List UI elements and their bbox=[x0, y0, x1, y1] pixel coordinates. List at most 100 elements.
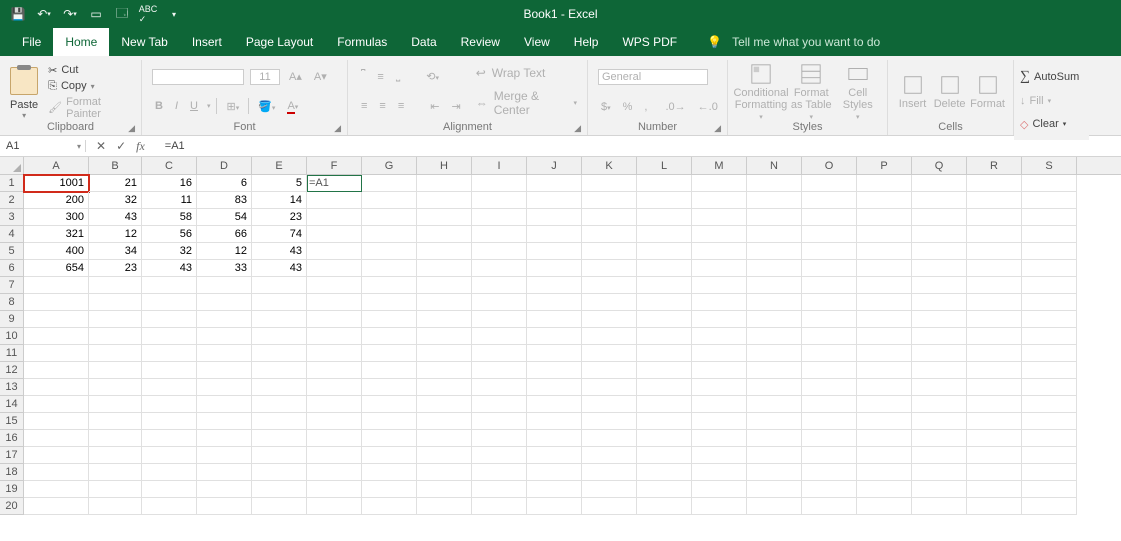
cell[interactable] bbox=[912, 328, 967, 345]
cell[interactable] bbox=[527, 226, 582, 243]
cell[interactable] bbox=[142, 498, 197, 515]
cells-area[interactable]: 1001211665=A1200321183143004358542332112… bbox=[24, 175, 1121, 515]
cell[interactable] bbox=[857, 328, 912, 345]
cell[interactable]: 23 bbox=[252, 209, 307, 226]
cell[interactable] bbox=[637, 277, 692, 294]
cell[interactable] bbox=[527, 192, 582, 209]
cell[interactable] bbox=[747, 328, 802, 345]
cell[interactable] bbox=[89, 379, 142, 396]
cell[interactable] bbox=[472, 260, 527, 277]
cell[interactable] bbox=[472, 345, 527, 362]
name-box[interactable]: A1▾ bbox=[0, 140, 86, 152]
cell[interactable] bbox=[912, 430, 967, 447]
cell[interactable] bbox=[142, 481, 197, 498]
cell[interactable] bbox=[417, 447, 472, 464]
cell[interactable] bbox=[472, 481, 527, 498]
cell[interactable] bbox=[582, 277, 637, 294]
cell[interactable] bbox=[912, 447, 967, 464]
copy-button[interactable]: ⎘Copy▾ bbox=[46, 79, 135, 94]
cell[interactable] bbox=[362, 447, 417, 464]
cell[interactable]: 33 bbox=[197, 260, 252, 277]
cell[interactable] bbox=[89, 464, 142, 481]
cell[interactable] bbox=[89, 413, 142, 430]
cell[interactable] bbox=[252, 447, 307, 464]
increase-indent-icon[interactable]: ⇥ bbox=[448, 99, 463, 114]
cell[interactable] bbox=[967, 328, 1022, 345]
column-header[interactable]: L bbox=[637, 157, 692, 174]
cell[interactable] bbox=[417, 277, 472, 294]
cell[interactable] bbox=[912, 192, 967, 209]
cell[interactable] bbox=[857, 396, 912, 413]
cell[interactable] bbox=[857, 362, 912, 379]
cell[interactable] bbox=[417, 294, 472, 311]
cell[interactable] bbox=[472, 328, 527, 345]
cell[interactable] bbox=[527, 294, 582, 311]
spreadsheet-grid[interactable]: ABCDEFGHIJKLMNOPQRS 12345678910111213141… bbox=[0, 157, 1121, 541]
cell[interactable] bbox=[582, 311, 637, 328]
cell[interactable] bbox=[417, 209, 472, 226]
cell[interactable] bbox=[1022, 243, 1077, 260]
cell[interactable] bbox=[1022, 192, 1077, 209]
undo-icon[interactable]: ↶▾ bbox=[36, 6, 52, 22]
cell[interactable] bbox=[472, 277, 527, 294]
column-header[interactable]: H bbox=[417, 157, 472, 174]
cell[interactable]: 74 bbox=[252, 226, 307, 243]
cell[interactable] bbox=[89, 294, 142, 311]
cell[interactable] bbox=[142, 277, 197, 294]
cell[interactable]: 1001 bbox=[24, 175, 89, 192]
row-header[interactable]: 3 bbox=[0, 209, 23, 226]
tab-formulas[interactable]: Formulas bbox=[325, 28, 399, 56]
cell[interactable] bbox=[967, 362, 1022, 379]
cell[interactable] bbox=[1022, 294, 1077, 311]
cell[interactable] bbox=[307, 379, 362, 396]
cell-styles-button[interactable]: Cell Styles▾ bbox=[835, 62, 882, 121]
cell[interactable] bbox=[252, 379, 307, 396]
cell[interactable] bbox=[24, 447, 89, 464]
cell[interactable] bbox=[527, 464, 582, 481]
cell[interactable] bbox=[692, 209, 747, 226]
cell[interactable] bbox=[252, 277, 307, 294]
cell[interactable] bbox=[362, 192, 417, 209]
delete-cells-button[interactable]: Delete bbox=[931, 62, 968, 121]
cell[interactable] bbox=[472, 243, 527, 260]
cell[interactable] bbox=[692, 396, 747, 413]
tab-insert[interactable]: Insert bbox=[180, 28, 234, 56]
row-header[interactable]: 15 bbox=[0, 413, 23, 430]
cell[interactable] bbox=[252, 464, 307, 481]
cell[interactable] bbox=[637, 464, 692, 481]
cell[interactable]: 321 bbox=[24, 226, 89, 243]
cell[interactable] bbox=[857, 379, 912, 396]
cell[interactable] bbox=[527, 379, 582, 396]
cell[interactable] bbox=[307, 464, 362, 481]
cell[interactable] bbox=[747, 430, 802, 447]
cell[interactable] bbox=[637, 192, 692, 209]
cell[interactable] bbox=[307, 481, 362, 498]
cell[interactable] bbox=[252, 311, 307, 328]
row-header[interactable]: 14 bbox=[0, 396, 23, 413]
align-center-icon[interactable]: ≡ bbox=[376, 99, 388, 113]
cell[interactable] bbox=[802, 379, 857, 396]
cell[interactable] bbox=[747, 311, 802, 328]
cell[interactable] bbox=[307, 226, 362, 243]
cell[interactable] bbox=[857, 175, 912, 192]
cell[interactable] bbox=[802, 175, 857, 192]
cell[interactable] bbox=[527, 413, 582, 430]
insert-function-icon[interactable]: fx bbox=[136, 139, 145, 154]
cell[interactable] bbox=[1022, 447, 1077, 464]
cell[interactable] bbox=[142, 447, 197, 464]
cell[interactable] bbox=[472, 464, 527, 481]
tab-review[interactable]: Review bbox=[449, 28, 512, 56]
cell[interactable]: 43 bbox=[252, 243, 307, 260]
cell[interactable] bbox=[1022, 464, 1077, 481]
clear-button[interactable]: ◇Clear▾ bbox=[1020, 118, 1079, 131]
cell[interactable] bbox=[527, 277, 582, 294]
cell[interactable] bbox=[417, 243, 472, 260]
cell[interactable] bbox=[24, 464, 89, 481]
cell[interactable] bbox=[24, 277, 89, 294]
cell[interactable] bbox=[967, 209, 1022, 226]
column-header[interactable]: R bbox=[967, 157, 1022, 174]
cell[interactable] bbox=[417, 464, 472, 481]
cell[interactable] bbox=[472, 294, 527, 311]
cell[interactable] bbox=[912, 413, 967, 430]
row-headers[interactable]: 1234567891011121314151617181920 bbox=[0, 175, 24, 515]
